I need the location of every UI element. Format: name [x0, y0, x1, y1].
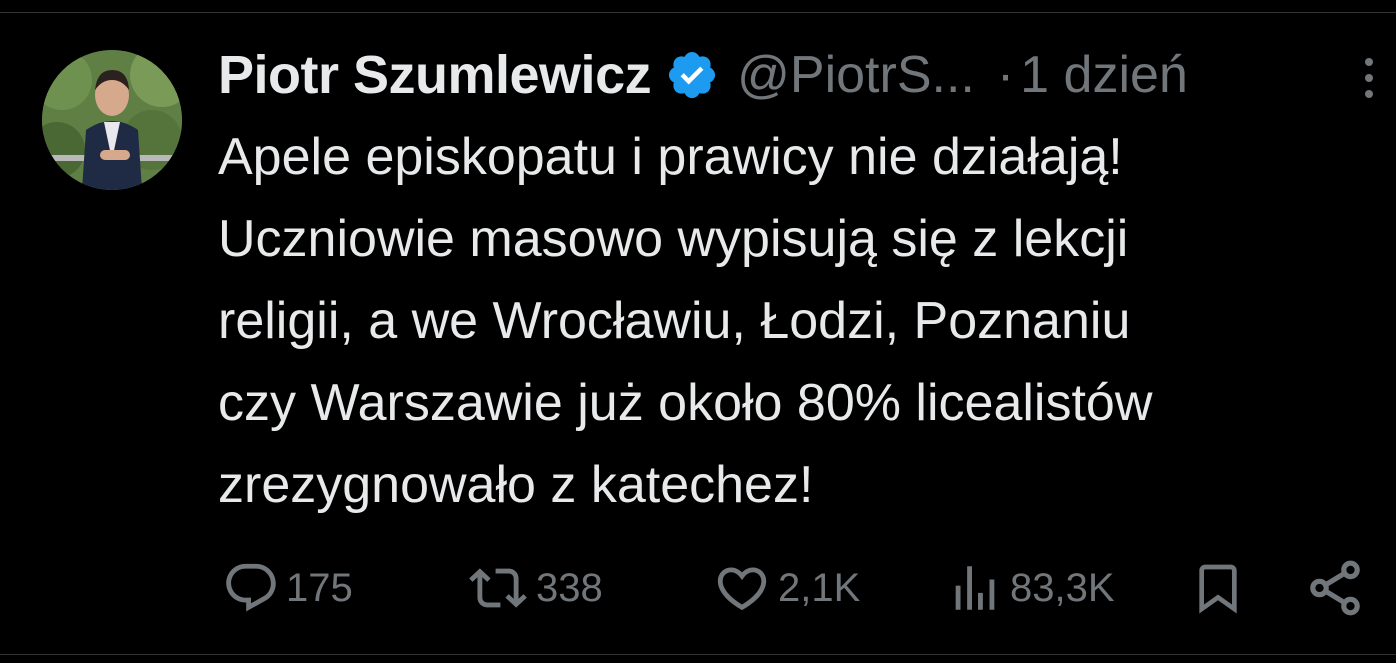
- tweet-timestamp[interactable]: 1 dzień: [1020, 45, 1188, 105]
- tweet-text-line: Uczniowie masowo wypisują się z lekcji: [218, 210, 1129, 268]
- share-button[interactable]: [1304, 556, 1366, 620]
- tweet-text: Apele episkopatu i prawicy nie działają!…: [218, 116, 1368, 526]
- retweet-count: 338: [536, 565, 603, 610]
- author-handle[interactable]: @PiotrS...: [737, 45, 975, 105]
- retweet-icon: [469, 568, 527, 608]
- top-divider: [0, 12, 1396, 13]
- bookmark-icon: [1199, 564, 1237, 614]
- retweet-button[interactable]: 338: [466, 556, 603, 620]
- bookmark-button[interactable]: [1190, 556, 1246, 620]
- share-icon: [1310, 560, 1360, 616]
- views-chart-icon: [955, 566, 995, 610]
- heart-icon: [717, 567, 767, 611]
- like-button[interactable]: 2,1K: [712, 556, 860, 620]
- reply-count: 175: [286, 565, 353, 610]
- verified-badge-icon: [665, 48, 719, 102]
- more-options-icon[interactable]: [1357, 54, 1381, 102]
- bottom-divider: [0, 654, 1396, 655]
- tweet-text-line: religii, a we Wrocławiu, Łodzi, Poznaniu: [218, 292, 1131, 350]
- views-count: 83,3K: [1010, 565, 1115, 610]
- avatar-photo: [42, 50, 182, 190]
- views-button[interactable]: 83,3K: [946, 556, 1115, 620]
- like-count: 2,1K: [778, 565, 861, 610]
- tweet-text-line: zrezygnowało z katechez!: [218, 456, 814, 514]
- header-separator: ·: [996, 46, 1015, 104]
- reply-button[interactable]: 175: [222, 556, 353, 620]
- reply-icon: [226, 563, 276, 612]
- tweet-text-line: Apele episkopatu i prawicy nie działają!: [218, 128, 1123, 186]
- avatar[interactable]: [42, 50, 182, 190]
- tweet-header: Piotr Szumlewicz @PiotrS... · 1 dzień: [218, 40, 1188, 110]
- author-name[interactable]: Piotr Szumlewicz: [218, 44, 652, 106]
- action-bar: 175 338 2,1K 83,3K: [0, 556, 1396, 620]
- tweet-text-line: czy Warszawie już około 80% licealistów: [218, 374, 1153, 432]
